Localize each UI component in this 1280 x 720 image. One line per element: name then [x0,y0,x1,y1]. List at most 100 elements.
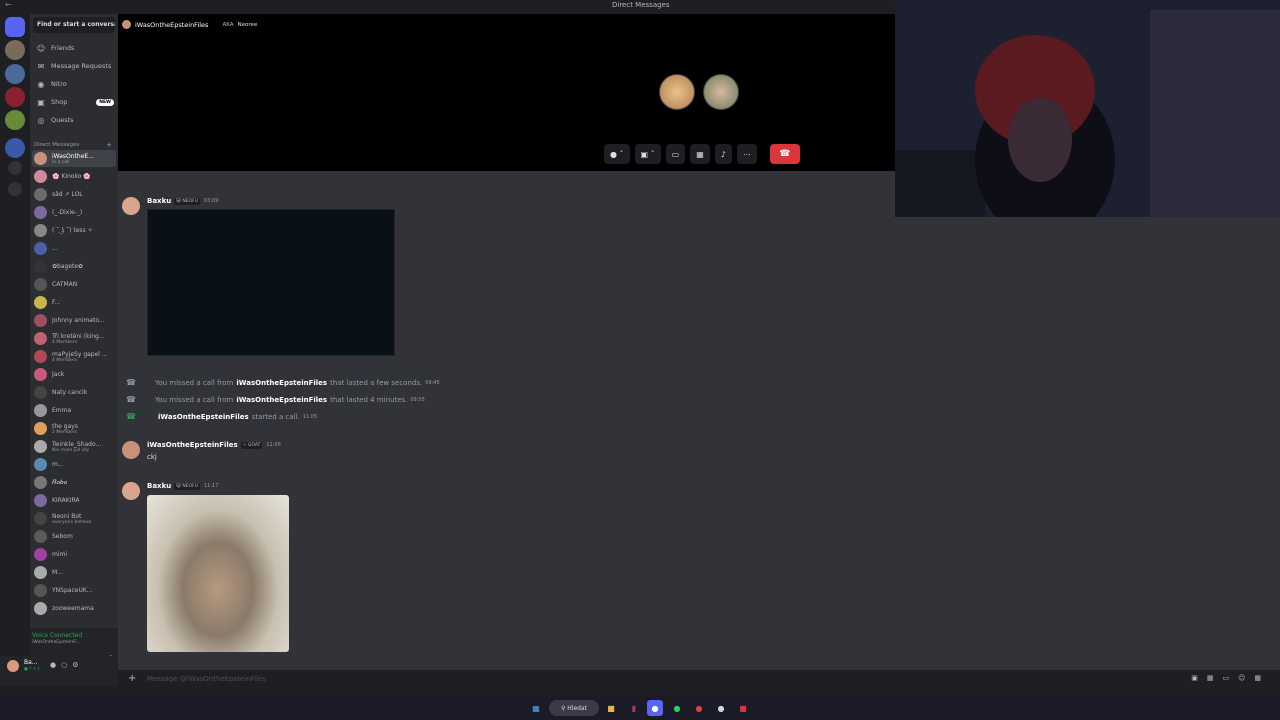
dm-item[interactable]: mimi [32,546,116,563]
gift-icon[interactable]: ▣ [1191,674,1207,682]
message-author[interactable]: Baxku [147,482,171,490]
system-user[interactable]: iWasOntheEpsteinFiles [236,379,327,387]
back-arrow-icon[interactable]: ← [5,0,12,9]
attach-plus-icon[interactable]: + [128,673,136,684]
image-attachment[interactable] [147,495,289,652]
file-explorer-icon[interactable]: ■ [603,700,619,716]
dm-item[interactable]: (_-Dixie-_) [32,204,116,221]
headphones-icon[interactable]: ○ [61,661,72,669]
apps-icon[interactable]: ▦ [1254,674,1270,682]
settings-gear-icon[interactable]: ⚙ [72,661,83,669]
hang-up-button[interactable]: ☎ [769,144,800,164]
activities-button[interactable]: ▦ [690,144,710,164]
dm-item[interactable]: Jack [32,366,116,383]
dm-item[interactable]: ✿bagete✿ [32,258,116,275]
message-author[interactable]: iWasOntheEpsteinFiles [147,441,238,449]
sidebar-item-label: Friends [51,44,75,52]
server-icon[interactable] [5,40,25,60]
add-server-icon[interactable] [8,161,22,175]
dm-item[interactable]: CATMAN [32,276,116,293]
system-user[interactable]: iWasOntheEpsteinFiles [236,396,327,404]
sidebar-item-shop[interactable]: ▣ Shop NEW [34,94,114,110]
server-icon[interactable] [5,138,25,158]
avatar[interactable] [122,441,140,459]
call-name[interactable]: iWasOntheEpsteinFiles [135,21,208,29]
app-icon[interactable]: ■ [735,700,751,716]
dm-item[interactable]: iWasOntheE... In a call [32,150,116,167]
dm-item[interactable]: Twinkle_Shado... Nie mam juž siły [32,438,116,455]
mic-icon[interactable]: ● [50,661,61,669]
windows-start-icon[interactable]: ▦ [528,700,544,716]
discord-home-icon[interactable] [5,17,25,37]
discover-icon[interactable] [8,182,22,196]
username: Ba... [24,659,38,666]
dm-name: sâd ↗ LOL [52,191,83,198]
avatar [34,584,47,597]
new-badge: NEW [96,98,114,106]
discord-taskbar-icon[interactable]: ● [647,700,663,716]
dm-item[interactable]: F... [32,294,116,311]
dm-name: ... [52,245,58,252]
camera-button[interactable]: ▣ ˇ [634,144,661,164]
add-dm-icon[interactable]: + [106,141,112,149]
soundboard-button[interactable]: ♪ [714,144,732,164]
dm-item[interactable]: Sebom [32,528,116,545]
app-icon[interactable]: ▮ [626,700,642,716]
sidebar-item-quests[interactable]: ◎ Quests [34,112,114,128]
dm-item[interactable]: maPyjeSy gapel ... 4 Members [32,348,116,365]
steam-icon[interactable]: ● [713,700,729,716]
dm-item[interactable]: Tři kreténi (king... 4 Members [32,330,116,347]
dm-item[interactable]: Neoni Bot everyone behave. [32,510,116,527]
avatar[interactable] [7,660,19,672]
dm-item[interactable]: m... [32,456,116,473]
more-icon[interactable]: ⋯ [736,144,757,164]
message-text: ckj [147,453,157,461]
dm-item[interactable]: YNSpaceUK... [32,582,116,599]
message-input[interactable]: Message @iWasOntheEpsteinFiles [147,675,266,683]
message-time: 03:09 [203,198,219,204]
envelope-icon: ✉ [37,61,45,71]
sidebar-item-friends[interactable]: ☺ Friends [34,40,114,56]
call-participant-avatar[interactable] [659,74,695,110]
mute-button[interactable]: ● ˇ [604,144,630,164]
emoji-icon[interactable]: ☺ [1238,674,1254,682]
avatar[interactable] [122,482,140,500]
dm-item[interactable]: Johnny animato... [32,312,116,329]
dm-item[interactable]: M... [32,564,116,581]
server-icon[interactable] [5,87,25,107]
sidebar-item-message-requests[interactable]: ✉ Message Requests [34,58,114,74]
search-input[interactable]: Find or start a conversati... [33,17,115,33]
screen-share-button[interactable]: ▭ [665,144,686,164]
message-time: 11:17 [203,483,219,489]
avatar[interactable] [122,197,140,215]
dm-item[interactable]: the gays 2 Members [32,420,116,437]
dm-item[interactable]: Emma [32,402,116,419]
call-header: iWasOntheEpsteinFiles AKA Neoree [122,20,257,29]
taskbar-search[interactable]: ⚲ Hledat [549,700,599,716]
dm-item[interactable]: ( ͡˘ ͜ʖ ͡˘) tess ✧ [32,222,116,239]
dm-item[interactable]: 🌸 Kinoko 🌸 [32,168,116,185]
dm-item[interactable]: ... [32,240,116,257]
call-controls: ● ˇ ▣ ˇ ▭ ▦ ♪ ⋯ ☎ [604,144,800,164]
system-time: 09:55 [410,396,425,403]
sidebar-item-label: Message Requests [51,62,112,70]
video-attachment[interactable] [147,209,395,356]
dm-item[interactable]: 𝑹𝒐𝒃𝒐 [32,474,116,491]
dm-item[interactable]: Naty cancik [32,384,116,401]
system-user[interactable]: iWasOntheEpsteinFiles [158,413,249,421]
server-icon[interactable] [5,64,25,84]
message-author[interactable]: Baxku [147,197,171,205]
dm-item[interactable]: sâd ↗ LOL [32,186,116,203]
server-icon[interactable] [5,110,25,130]
sidebar-item-nitro[interactable]: ◉ Nitro [34,76,114,92]
dm-name: (_-Dixie-_) [52,209,83,216]
system-text: You missed a call from [155,378,234,387]
sidebar-item-label: Quests [51,116,74,124]
call-participant-avatar[interactable] [703,74,739,110]
app-icon[interactable]: ● [691,700,707,716]
dm-item[interactable]: zooweemama [32,600,116,617]
dm-item[interactable]: KIRAKIRA [32,492,116,509]
gif-icon[interactable]: ▦ [1207,674,1223,682]
sticker-icon[interactable]: ▭ [1222,674,1238,682]
spotify-icon[interactable]: ● [669,700,685,716]
